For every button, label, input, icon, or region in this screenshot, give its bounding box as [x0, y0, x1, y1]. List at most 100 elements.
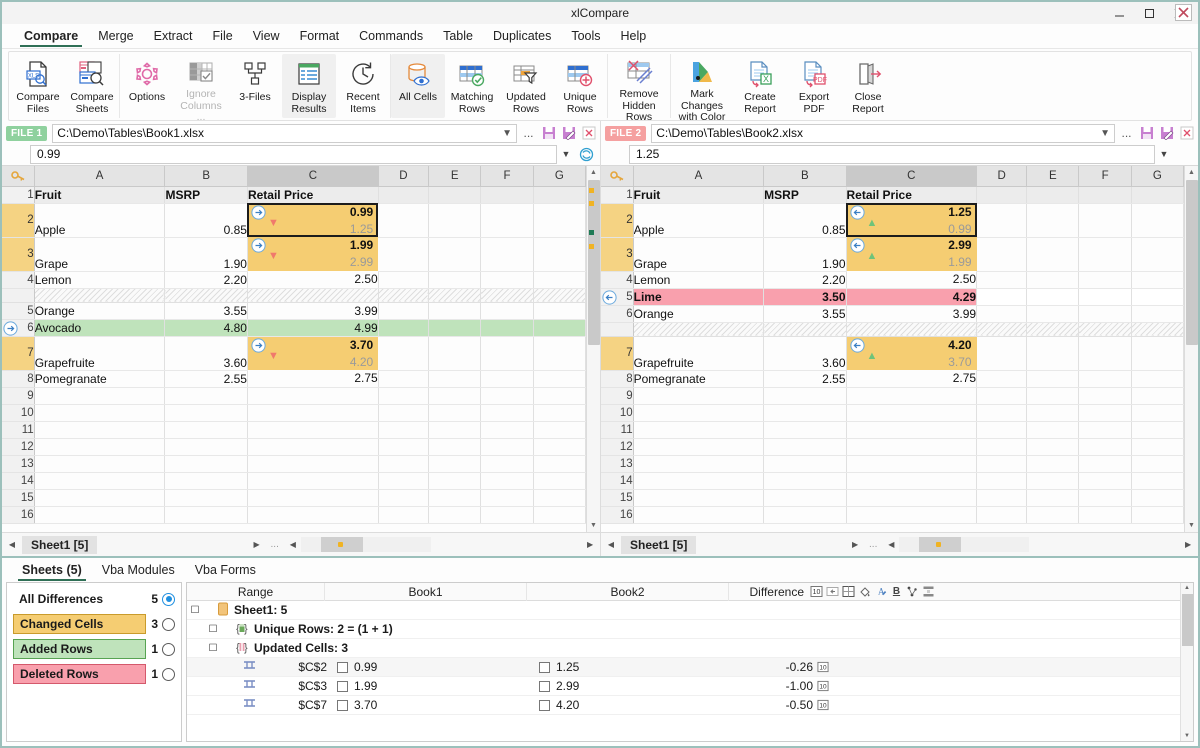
left-cell-c10[interactable] [247, 404, 379, 422]
tree-row-cell[interactable]: $C$2 0.99 1.25 -0.26 10 [187, 658, 1180, 677]
left-cell-c3[interactable]: ▼ 1.99 2.99 [247, 237, 379, 271]
menu-item-format[interactable]: Format [290, 24, 350, 48]
left-cell-e3[interactable] [428, 237, 482, 272]
right-cell-e1[interactable] [1026, 186, 1080, 204]
table-row[interactable]: 16 [2, 506, 586, 524]
left-cell-f2[interactable] [480, 203, 534, 238]
right-cell-d5[interactable] [976, 288, 1028, 306]
right-cell-a1[interactable]: Fruit [633, 186, 765, 204]
right-cell-c12[interactable] [846, 438, 978, 456]
left-cell-e11[interactable] [428, 421, 482, 439]
right-cell-c6[interactable]: 3.99 [846, 305, 978, 323]
left-cell-d3[interactable] [378, 237, 430, 272]
tab-vba-modules[interactable]: Vba Modules [92, 558, 185, 582]
right-cell-b12[interactable] [763, 438, 847, 456]
right-cell-c11[interactable] [846, 421, 978, 439]
left-cell-g15[interactable] [533, 489, 586, 507]
scroll-down-icon[interactable]: ▼ [1185, 519, 1198, 532]
left-cell-g4[interactable] [533, 271, 586, 289]
tree-header-difference[interactable]: Difference [729, 583, 807, 601]
legend-radio-changed-cells[interactable] [162, 617, 175, 631]
left-cell-g10[interactable] [533, 404, 586, 422]
right-cell-b8[interactable]: 2.55 [763, 370, 847, 388]
left-formula-input[interactable]: 0.99 [30, 144, 557, 164]
left-row-num-15[interactable]: 15 [2, 489, 35, 507]
right-cell-a10[interactable] [633, 404, 765, 422]
left-cell-e12[interactable] [428, 438, 482, 456]
checkbox-book1-2[interactable] [337, 680, 348, 692]
tree-vertical-scrollbar[interactable]: ▲ ▼ [1180, 583, 1193, 741]
right-row-num-4[interactable]: 4 [601, 271, 634, 289]
right-cell-e12[interactable] [1026, 438, 1080, 456]
right-cell-f15[interactable] [1078, 489, 1132, 507]
right-col-a[interactable]: A [633, 166, 765, 187]
left-cell-g16[interactable] [533, 506, 586, 524]
left-cell-g9[interactable] [533, 387, 586, 405]
mark-changes-button[interactable]: Mark Changes with Color [671, 54, 733, 123]
right-cell-g14[interactable] [1131, 472, 1184, 490]
collapse-icon[interactable]: ☐ [205, 643, 221, 654]
right-cell-a13[interactable] [633, 455, 765, 473]
right-sheet-grid[interactable]: A B C D E F G 1 Fruit MSRP Retail Price … [601, 166, 1184, 532]
tree-row-sheet[interactable]: ☐ Sheet1: 5 [187, 601, 1180, 620]
left-formula-expand-icon[interactable]: ▼ [557, 149, 575, 159]
table-row[interactable]: 14 [601, 472, 1184, 490]
left-cell-d12[interactable] [378, 438, 430, 456]
left-cell-c16[interactable] [247, 506, 379, 524]
right-cell-a16[interactable] [633, 506, 765, 524]
right-row-num-3[interactable]: 3 [601, 237, 634, 272]
right-cell-a11[interactable] [633, 421, 765, 439]
right-sheet-tab[interactable]: Sheet1 [5] [621, 535, 697, 554]
right-row-num-2[interactable]: 2 [601, 203, 634, 238]
left-cell-b6[interactable]: 4.80 [164, 319, 248, 337]
right-col-c[interactable]: C [846, 166, 978, 187]
table-row[interactable]: 6 Orange 3.55 3.99 [601, 305, 1184, 323]
left-cell-b5[interactable]: 3.55 [164, 302, 248, 320]
right-row-num-14[interactable]: 14 [601, 472, 634, 490]
legend-row-added-rows[interactable]: Added Rows 1 [13, 638, 175, 660]
right-cell-d12[interactable] [976, 438, 1028, 456]
display-results-button[interactable]: Display Results [282, 54, 336, 118]
left-tab-overflow[interactable]: ... [265, 539, 285, 550]
hscroll-right-icon[interactable]: ▶ [1180, 540, 1196, 549]
table-row[interactable]: 5 Lime 3.50 4.29 [601, 288, 1184, 306]
close-panel-icon[interactable] [1175, 4, 1192, 21]
table-row[interactable]: 13 [2, 455, 586, 473]
left-cell-d14[interactable] [378, 472, 430, 490]
right-cell-g4[interactable] [1131, 271, 1184, 289]
right-cell-e3[interactable] [1026, 237, 1080, 272]
right-cell-a5[interactable]: Lime [633, 288, 765, 306]
left-cell-a13[interactable] [34, 455, 166, 473]
left-cell-g2[interactable] [533, 203, 586, 238]
left-cell-f15[interactable] [480, 489, 534, 507]
left-cell-f14[interactable] [480, 472, 534, 490]
right-cell-f4[interactable] [1078, 271, 1132, 289]
right-arrow-icon[interactable] [251, 337, 266, 356]
right-row-num-6[interactable]: 6 [601, 305, 634, 323]
left-cell-e7[interactable] [428, 336, 482, 371]
left-sheet-grid[interactable]: A B C D E F G 1 Fruit MSRP Retail Price … [2, 166, 586, 532]
right-cell-d3[interactable] [976, 237, 1028, 272]
legend-row-all-differences[interactable]: All Differences 5 [13, 588, 175, 610]
left-cell-g11[interactable] [533, 421, 586, 439]
left-row-num-6[interactable]: 6 [2, 319, 35, 337]
left-cell-b14[interactable] [164, 472, 248, 490]
right-row-num-5[interactable]: 5 [601, 288, 634, 306]
left-cell-g3[interactable] [533, 237, 586, 272]
right-cell-c14[interactable] [846, 472, 978, 490]
right-formula-expand-icon[interactable]: ▼ [1155, 149, 1173, 159]
right-cell-f10[interactable] [1078, 404, 1132, 422]
left-row-num-1[interactable]: 1 [2, 186, 35, 204]
right-row-num-13[interactable]: 13 [601, 455, 634, 473]
right-cell-b9[interactable] [763, 387, 847, 405]
table-row[interactable]: 4 Lemon 2.20 2.50 [601, 271, 1184, 289]
number-format-icon[interactable]: 10 [815, 679, 830, 694]
scroll-down-icon[interactable]: ▼ [1181, 731, 1193, 741]
maximize-icon[interactable] [1134, 2, 1164, 24]
menu-item-table[interactable]: Table [433, 24, 483, 48]
all-cells-button[interactable]: All Cells [391, 54, 445, 118]
left-cell-a5[interactable]: Orange [34, 302, 166, 320]
tree-scroll-thumb[interactable] [1182, 594, 1193, 646]
right-cell-a6[interactable]: Orange [633, 305, 765, 323]
compare-files-button[interactable]: XLS Compare Files [11, 54, 65, 118]
